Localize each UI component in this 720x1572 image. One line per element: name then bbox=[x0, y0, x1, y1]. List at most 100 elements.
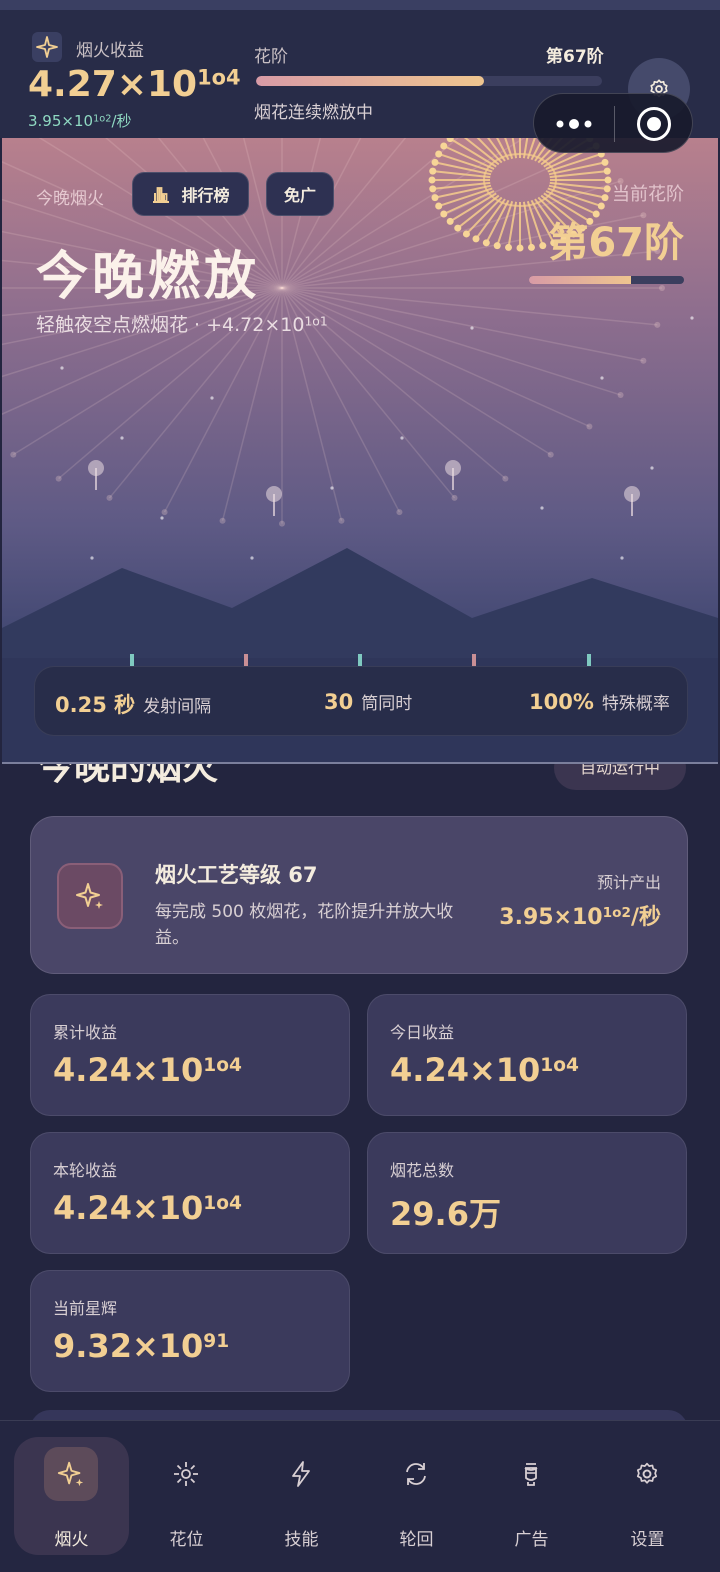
tab-icon-box bbox=[274, 1447, 328, 1501]
tab-settings[interactable]: 设置 bbox=[590, 1437, 705, 1555]
tab-fireworks[interactable]: 烟火 bbox=[14, 1437, 129, 1555]
more-icon[interactable] bbox=[554, 112, 594, 136]
gold-spark bbox=[429, 167, 437, 175]
tab-label: 烟火 bbox=[54, 1530, 89, 1550]
gold-spark bbox=[446, 217, 454, 225]
gold-spark bbox=[516, 244, 524, 252]
star bbox=[250, 556, 254, 560]
star bbox=[400, 436, 404, 440]
stat-firework-count: 烟花总数 29.6万 bbox=[367, 1132, 687, 1254]
gold-spark bbox=[472, 235, 480, 243]
miniprogram-capsule bbox=[533, 93, 693, 153]
income-label: 烟火收益 bbox=[76, 41, 144, 61]
current-stage-fill bbox=[529, 276, 632, 284]
star bbox=[90, 556, 94, 560]
close-miniprogram-icon[interactable] bbox=[637, 107, 671, 141]
gold-spark bbox=[493, 242, 501, 250]
refresh-icon bbox=[406, 1463, 426, 1485]
burst-spark bbox=[219, 517, 226, 524]
lantern-head bbox=[266, 486, 282, 502]
gold-spark bbox=[597, 202, 605, 210]
stat-label: 烟花总数 bbox=[390, 1161, 455, 1180]
stat-round-income: 本轮收益 4.24×101o4 bbox=[30, 1132, 350, 1254]
tab-icon-box bbox=[389, 1447, 443, 1501]
stat-label: 当前星辉 bbox=[53, 1299, 118, 1318]
sparkle-icon bbox=[32, 32, 62, 62]
burst-spark bbox=[10, 451, 17, 458]
stat-value: 4.24×101o4 bbox=[53, 1051, 242, 1089]
tab-icon-box bbox=[504, 1447, 558, 1501]
stat-value: 4.24×101o4 bbox=[390, 1051, 579, 1089]
stage-value: 第67阶 bbox=[546, 47, 604, 67]
burst-spark bbox=[654, 321, 661, 328]
burst-spark bbox=[640, 357, 647, 364]
gold-ray bbox=[457, 194, 500, 229]
launch-interval: 0.25 秒发射间隔 bbox=[55, 693, 212, 717]
no-ads-button[interactable]: 免广 bbox=[266, 172, 334, 216]
burst-spark bbox=[55, 475, 62, 482]
stage-progress-bar bbox=[256, 76, 602, 86]
lightning-icon bbox=[292, 1461, 310, 1487]
star bbox=[330, 486, 334, 490]
gold-spark bbox=[527, 243, 535, 251]
leaderboard-button[interactable]: 排行榜 bbox=[132, 172, 249, 216]
tab-label: 广告 bbox=[514, 1530, 549, 1550]
stat-total-income: 累计收益 4.24×101o4 bbox=[30, 994, 350, 1116]
burst-spark bbox=[617, 391, 624, 398]
tab-icon-box bbox=[44, 1447, 98, 1501]
gold-spark bbox=[429, 185, 437, 193]
craft-output-label: 预计产出 bbox=[596, 873, 661, 892]
lantern-head bbox=[445, 460, 461, 476]
stat-label: 本轮收益 bbox=[53, 1161, 118, 1180]
gold-spark bbox=[601, 158, 609, 166]
stage-label: 花阶 bbox=[254, 47, 288, 67]
launch-tube bbox=[587, 654, 591, 666]
craft-description: 每完成 500 枚烟花，花阶提升并放大收益。 bbox=[155, 902, 454, 948]
lantern-head bbox=[624, 486, 640, 502]
tab-rebirth[interactable]: 轮回 bbox=[359, 1437, 474, 1555]
star bbox=[470, 326, 474, 330]
star bbox=[120, 436, 124, 440]
launch-tubes: 30 筒同时 bbox=[324, 690, 413, 714]
gold-spark bbox=[428, 176, 436, 184]
burst-spark bbox=[547, 451, 554, 458]
burst-spark bbox=[396, 509, 403, 516]
fireworks-hero[interactable]: 今晚烟火 排行榜 免广 今晚燃放 轻触夜空点燃烟花 · +4.72×101o1 … bbox=[2, 138, 718, 764]
leaderboard-label: 排行榜 bbox=[181, 186, 230, 205]
tab-label: 花位 bbox=[169, 1530, 204, 1550]
gold-spark bbox=[482, 239, 490, 247]
tab-ads[interactable]: 广告 bbox=[474, 1437, 589, 1555]
star bbox=[620, 556, 624, 560]
hero-subtitle: 轻触夜空点燃烟花 · +4.72×101o1 bbox=[36, 314, 328, 336]
tab-icon-box bbox=[159, 1447, 213, 1501]
launch-special-rate: 100% 特殊概率 bbox=[529, 690, 670, 714]
launch-stats-bar: 0.25 秒发射间隔 30 筒同时 100% 特殊概率 bbox=[34, 666, 688, 736]
sparkle-icon bbox=[57, 1461, 84, 1487]
gold-spark bbox=[505, 243, 513, 251]
bottom-tab-bar: 烟火 花位 技能 轮回 广告 设置 bbox=[0, 1420, 720, 1572]
launch-tube bbox=[244, 654, 248, 666]
tab-label: 轮回 bbox=[399, 1530, 434, 1550]
gold-spark bbox=[431, 158, 439, 166]
tab-flower-slots[interactable]: 花位 bbox=[129, 1437, 244, 1555]
craft-level-card[interactable]: 烟火工艺等级 67 每完成 500 枚烟花，花阶提升并放大收益。 预计产出 3.… bbox=[30, 816, 688, 974]
tab-skills[interactable]: 技能 bbox=[244, 1437, 359, 1555]
gold-spark bbox=[604, 176, 612, 184]
star bbox=[540, 506, 544, 510]
burst-ray bbox=[281, 287, 590, 428]
gear-icon bbox=[636, 1462, 658, 1484]
gold-spark bbox=[435, 202, 443, 210]
star bbox=[600, 376, 604, 380]
burst-spark bbox=[161, 509, 168, 516]
burst-spark bbox=[279, 520, 285, 527]
tab-label: 技能 bbox=[284, 1530, 319, 1550]
burst-spark bbox=[338, 517, 345, 524]
bar-chart-icon bbox=[153, 187, 170, 203]
stage-progress-fill bbox=[256, 76, 485, 86]
burst-spark bbox=[586, 423, 593, 430]
income-value: 4.27×101o4 bbox=[28, 64, 241, 105]
star bbox=[160, 516, 164, 520]
craft-output-value: 3.95×101o2/秒 bbox=[499, 905, 661, 930]
launch-tube bbox=[130, 654, 134, 666]
gold-ray bbox=[463, 138, 500, 166]
